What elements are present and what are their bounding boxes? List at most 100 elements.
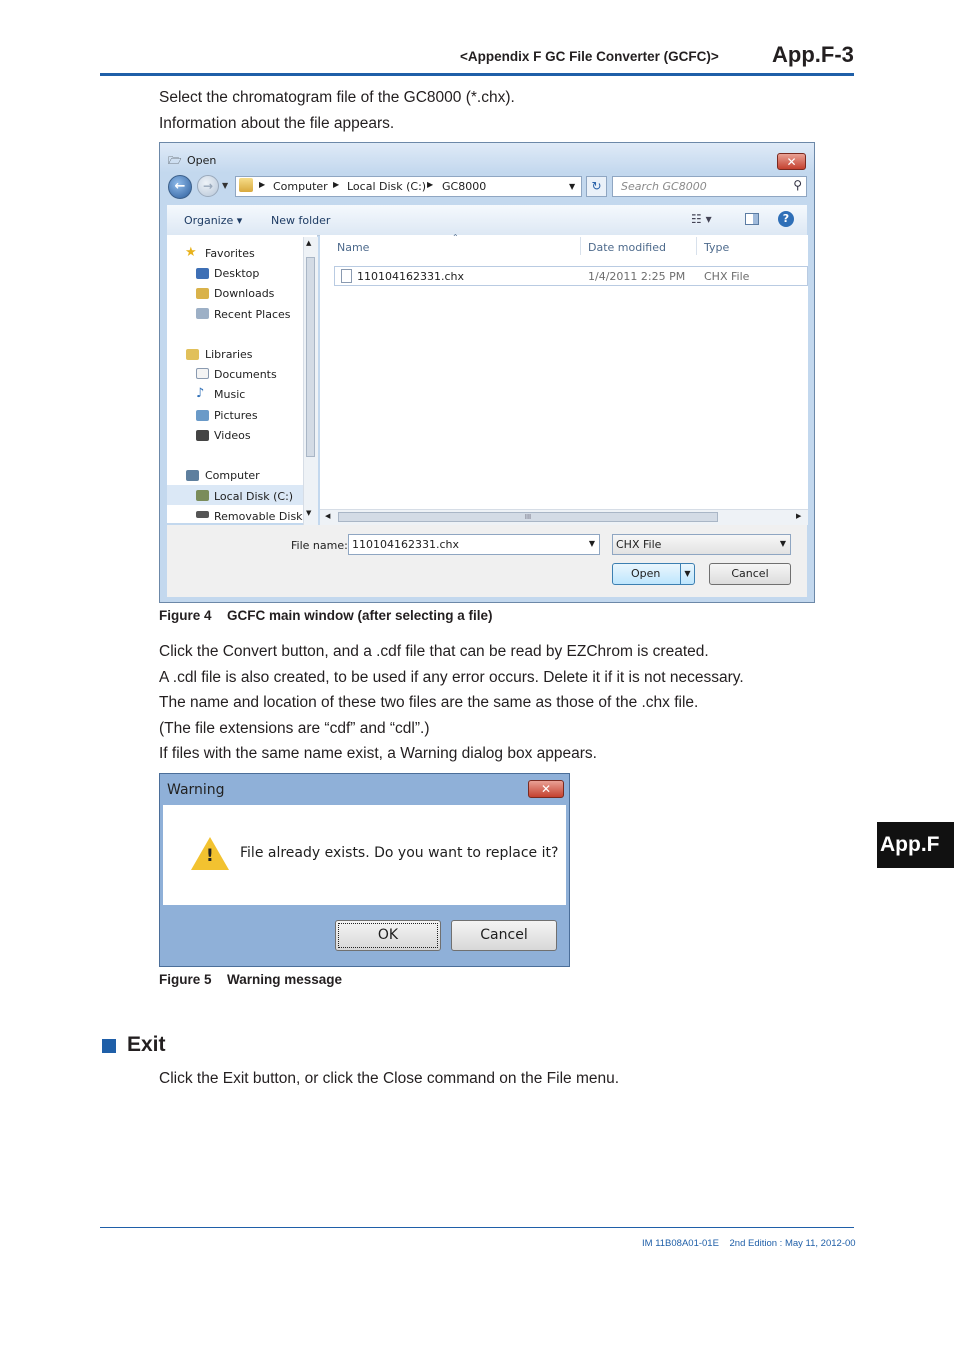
column-divider: [580, 237, 581, 255]
intro-paragraph: Select the chromatogram file of the GC80…: [159, 85, 515, 136]
scroll-left-icon[interactable]: ◀: [325, 512, 330, 520]
intro-line: Select the chromatogram file of the GC80…: [159, 89, 515, 106]
nav-item-libraries[interactable]: Libraries: [205, 348, 253, 361]
body-line: (The file extensions are “cdf” and “cdl”…: [159, 719, 430, 737]
recent-locations-chevron-icon[interactable]: ▼: [222, 181, 228, 190]
nav-item-documents[interactable]: Documents: [214, 368, 277, 381]
address-dropdown-icon[interactable]: ▼: [569, 182, 575, 191]
search-icon[interactable]: ⚲: [793, 178, 802, 192]
organize-menu[interactable]: Organize ▾: [184, 214, 242, 227]
nav-item-downloads[interactable]: Downloads: [214, 287, 274, 300]
warning-cancel-button[interactable]: Cancel: [451, 920, 557, 951]
scroll-up-icon[interactable]: ▲: [306, 239, 311, 247]
file-type-value: CHX File: [616, 538, 662, 551]
documents-icon: [196, 368, 209, 379]
cancel-button[interactable]: Cancel: [709, 563, 791, 585]
nav-scroll-thumb[interactable]: [306, 257, 315, 457]
header-rule: [100, 73, 854, 76]
body-line: Click the Convert button, and a .cdf fil…: [159, 643, 709, 660]
file-type: CHX File: [704, 270, 750, 283]
nav-item-favorites[interactable]: Favorites: [205, 247, 255, 260]
dialog-titlebar: 🗁 Open: [160, 143, 814, 173]
file-name-dropdown-icon[interactable]: ▼: [589, 539, 595, 548]
page-number: App.F-3: [772, 42, 854, 67]
file-type-dropdown-icon[interactable]: ▼: [780, 539, 786, 548]
file-row[interactable]: 110104162331.chx 1/4/2011 2:25 PM CHX Fi…: [334, 266, 808, 286]
open-dialog: 🗁 Open ✕ ← → ▼ ▶ Computer ▶ Local Disk (…: [159, 142, 815, 603]
figure-title: Warning message: [227, 972, 343, 987]
close-button[interactable]: ✕: [777, 153, 806, 170]
back-icon[interactable]: ←: [168, 175, 192, 199]
footer-edition: 2nd Edition : May 11, 2012-00: [729, 1238, 856, 1249]
figure-title: GCFC main window (after selecting a file…: [227, 608, 493, 623]
scroll-down-icon[interactable]: ▼: [306, 509, 311, 517]
new-folder-button[interactable]: New folder: [271, 214, 330, 227]
nav-scrollbar[interactable]: ▲ ▼: [303, 237, 318, 525]
column-name[interactable]: Name: [337, 241, 369, 254]
desktop-icon: [196, 268, 209, 279]
favorites-star-icon: ★: [185, 245, 197, 260]
nav-item-videos[interactable]: Videos: [214, 429, 251, 442]
warning-close-icon[interactable]: ✕: [528, 780, 564, 798]
nav-item-computer[interactable]: Computer: [205, 469, 260, 482]
help-icon[interactable]: ?: [778, 211, 794, 227]
scroll-right-icon[interactable]: ▶: [796, 512, 801, 520]
column-type[interactable]: Type: [704, 241, 729, 254]
folder-icon: [239, 178, 253, 192]
appendix-side-tab: App.F: [877, 822, 954, 868]
nav-item-removable-disk[interactable]: Removable Disk (: [214, 510, 310, 523]
downloads-icon: [196, 288, 209, 299]
file-name-value: 110104162331.chx: [352, 538, 460, 551]
local-disk-icon: [196, 490, 209, 501]
file-list-scrollbar[interactable]: ◀ III ▶: [320, 509, 808, 525]
preview-pane-icon[interactable]: [745, 213, 759, 225]
pictures-icon: [196, 410, 209, 421]
forward-icon[interactable]: →: [197, 175, 219, 197]
search-input[interactable]: Search GC8000 ⚲: [612, 176, 807, 197]
refresh-icon[interactable]: ↻: [586, 176, 607, 197]
section-bullet-icon: [102, 1039, 116, 1053]
removable-disk-icon: [196, 511, 209, 518]
nav-item-desktop[interactable]: Desktop: [214, 267, 259, 280]
dialog-title: Open: [187, 154, 217, 167]
file-name-input[interactable]: 110104162331.chx ▼: [348, 534, 600, 555]
nav-item-local-disk[interactable]: Local Disk (C:): [214, 490, 293, 503]
open-button-label: Open: [631, 567, 661, 580]
exit-section-title: Exit: [127, 1033, 166, 1056]
views-icon[interactable]: ☷ ▾: [691, 212, 712, 226]
nav-item-recent-places[interactable]: Recent Places: [214, 308, 291, 321]
hscroll-thumb[interactable]: III: [338, 512, 718, 522]
breadcrumb-separator-icon: ▶: [333, 180, 340, 189]
command-toolbar: Organize ▾ New folder ☷ ▾ ?: [167, 205, 807, 236]
open-app-icon: 🗁: [168, 154, 182, 167]
file-list: Name ⌃ Date modified Type 110104162331.c…: [320, 233, 808, 523]
figure-number: Figure 5: [159, 972, 212, 987]
music-icon: ♪: [196, 386, 205, 401]
sort-ascending-icon: ⌃: [452, 233, 459, 242]
ok-button[interactable]: OK: [335, 920, 441, 951]
breadcrumb-separator-icon: ▶: [259, 180, 266, 189]
open-split-dropdown-icon[interactable]: ▼: [680, 564, 694, 584]
column-divider: [696, 237, 697, 255]
body-line: The name and location of these two files…: [159, 694, 699, 711]
breadcrumb-gc8000[interactable]: GC8000: [442, 180, 486, 193]
figure-number: Figure 4: [159, 608, 212, 623]
nav-item-pictures[interactable]: Pictures: [214, 409, 258, 422]
convert-paragraph: Click the Convert button, and a .cdf fil…: [159, 639, 744, 767]
file-name-label: File name:: [291, 539, 348, 552]
breadcrumb-local-disk[interactable]: Local Disk (C:): [347, 180, 426, 193]
warning-exclamation-icon: !: [206, 846, 214, 866]
warning-message: File already exists. Do you want to repl…: [240, 845, 559, 861]
breadcrumb-separator-icon: ▶: [427, 180, 434, 189]
file-type-select[interactable]: CHX File ▼: [612, 534, 791, 555]
column-date-modified[interactable]: Date modified: [588, 241, 666, 254]
body-line: A .cdl file is also created, to be used …: [159, 668, 744, 686]
breadcrumb-computer[interactable]: Computer: [273, 180, 328, 193]
figure-4-caption: Figure 4 GCFC main window (after selectin…: [159, 608, 493, 623]
address-bar[interactable]: ▶ Computer ▶ Local Disk (C:) ▶ GC8000 ▼: [235, 176, 582, 197]
search-placeholder: Search GC8000: [621, 180, 707, 193]
navigation-pane: ★ Favorites Desktop Downloads Recent Pla…: [167, 235, 317, 523]
computer-icon: [186, 470, 199, 481]
nav-item-music[interactable]: Music: [214, 388, 245, 401]
open-button[interactable]: Open ▼: [612, 563, 695, 585]
